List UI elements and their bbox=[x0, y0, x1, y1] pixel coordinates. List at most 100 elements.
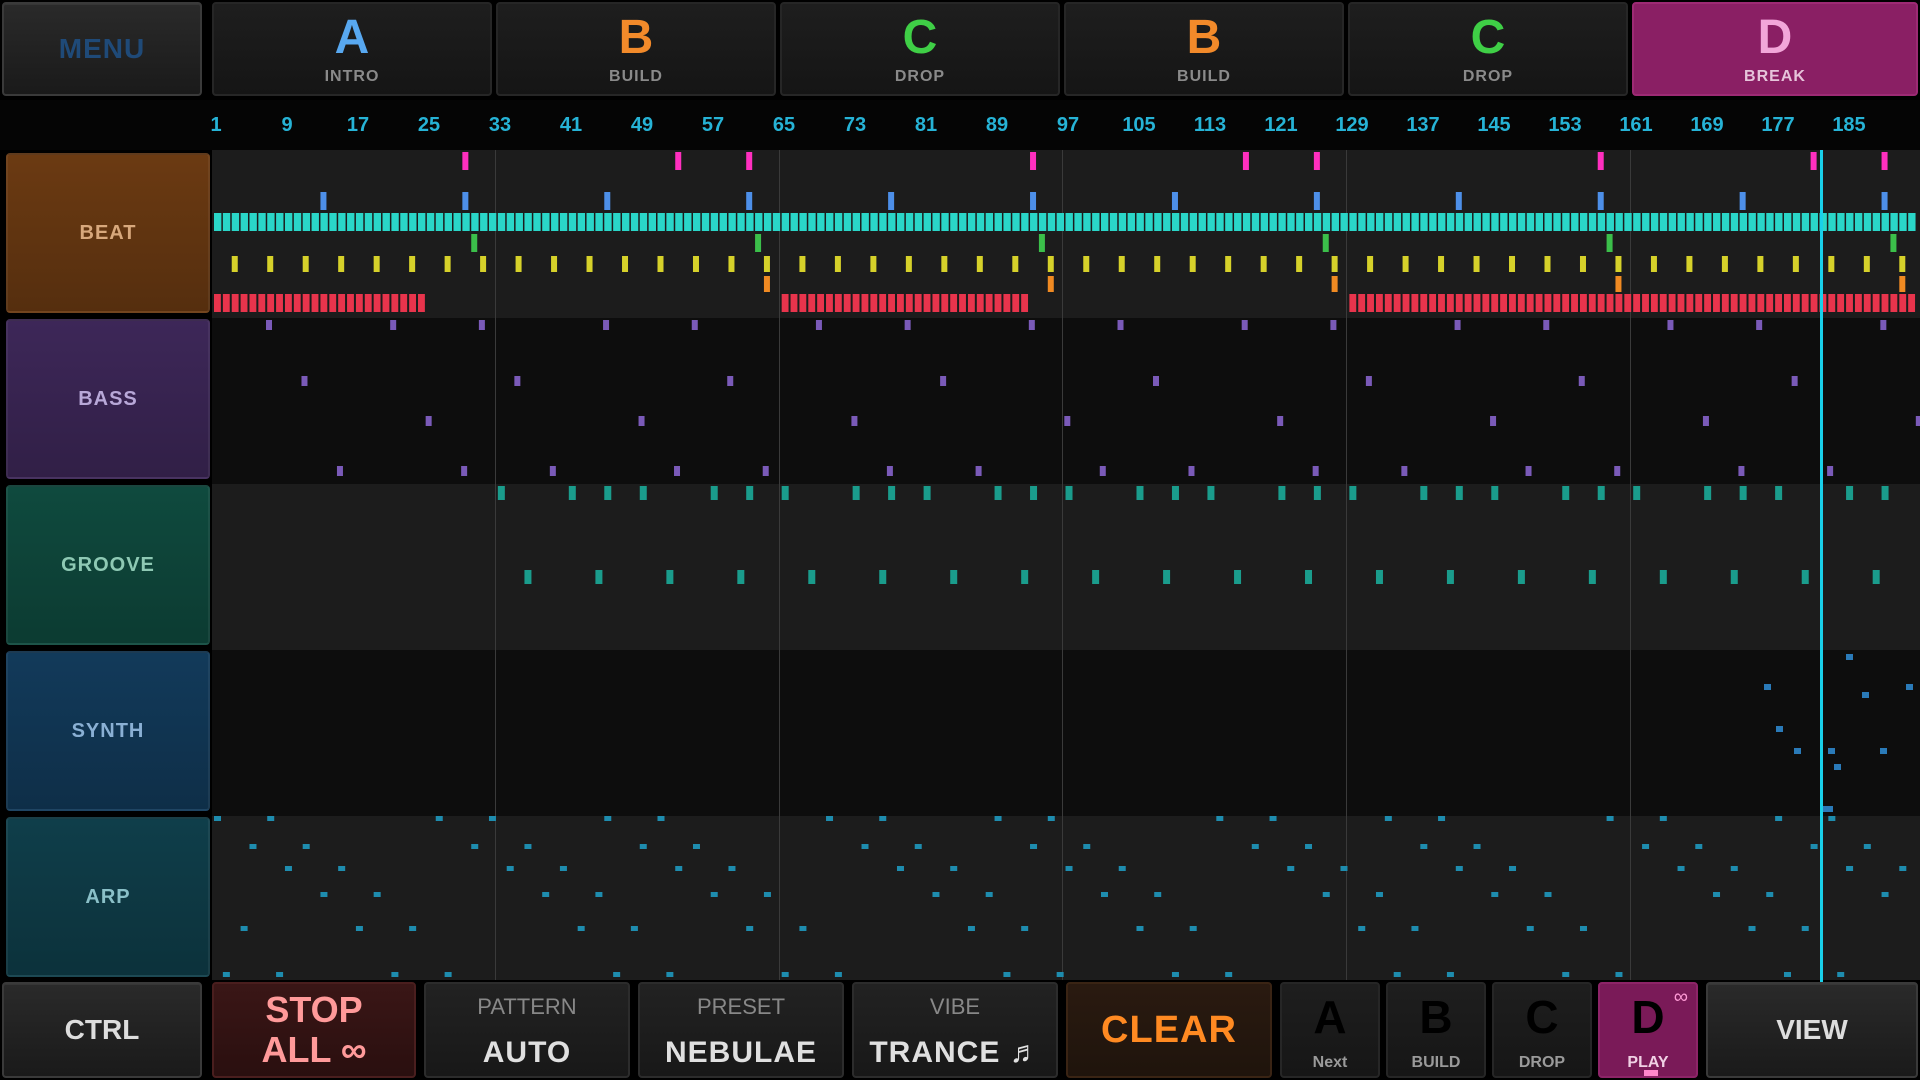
arp-note bbox=[1526, 926, 1534, 931]
beat-note bbox=[1171, 213, 1180, 231]
queue-b-button[interactable]: B BUILD bbox=[1386, 982, 1486, 1078]
bass-note bbox=[674, 466, 681, 476]
beat-note bbox=[1136, 213, 1144, 231]
arp-note bbox=[320, 892, 328, 897]
arp-note bbox=[781, 972, 789, 977]
beat-note bbox=[1837, 294, 1845, 312]
arp-note bbox=[1562, 972, 1570, 977]
beat-note bbox=[426, 213, 435, 231]
beat-note bbox=[914, 213, 923, 231]
beat-note bbox=[1624, 294, 1632, 312]
bass-note bbox=[1702, 416, 1709, 426]
beat-note bbox=[1899, 213, 1907, 231]
beat-note bbox=[826, 294, 833, 312]
arp-note bbox=[1491, 892, 1499, 897]
beat-note bbox=[347, 294, 354, 312]
bass-note bbox=[975, 466, 982, 476]
groove-note bbox=[1455, 486, 1463, 500]
beat-note bbox=[1739, 294, 1747, 312]
beat-note bbox=[1881, 294, 1889, 312]
beat-note bbox=[355, 294, 363, 312]
queue-a-button[interactable]: A Next bbox=[1280, 982, 1380, 1078]
pattern-caption: PATTERN bbox=[477, 994, 577, 1019]
beat-note bbox=[1242, 152, 1249, 170]
sequencer-grid[interactable] bbox=[0, 0, 1920, 1080]
beat-note bbox=[302, 213, 311, 231]
beat-note bbox=[1375, 294, 1383, 312]
beat-note bbox=[1872, 294, 1880, 312]
queue-d-button[interactable]: ∞ D PLAY bbox=[1598, 982, 1698, 1078]
ctrl-button[interactable]: CTRL bbox=[2, 982, 202, 1078]
lane-background bbox=[212, 650, 1920, 816]
beat-note bbox=[1180, 213, 1189, 231]
beat-note bbox=[515, 213, 523, 231]
beat-note bbox=[923, 294, 931, 312]
arp-note bbox=[710, 892, 718, 897]
beat-note bbox=[1828, 256, 1835, 272]
arp-note bbox=[1056, 972, 1064, 977]
beat-note bbox=[914, 294, 922, 312]
beat-note bbox=[1030, 213, 1038, 231]
arp-note bbox=[1446, 972, 1454, 977]
arp-note bbox=[1171, 972, 1179, 977]
groove-note bbox=[1305, 570, 1313, 584]
beat-note bbox=[648, 213, 656, 231]
beat-note bbox=[1695, 294, 1703, 312]
beat-note bbox=[222, 294, 230, 312]
beat-note bbox=[1783, 294, 1791, 312]
arp-note bbox=[1118, 866, 1126, 871]
beat-note bbox=[905, 256, 912, 272]
arp-note bbox=[1384, 816, 1392, 821]
beat-note bbox=[1890, 234, 1897, 252]
beat-note bbox=[1633, 294, 1641, 312]
beat-note bbox=[1642, 294, 1649, 312]
arp-note bbox=[604, 816, 612, 821]
beat-note bbox=[870, 256, 877, 272]
arp-note bbox=[728, 866, 736, 871]
beat-note bbox=[959, 213, 967, 231]
beat-note bbox=[1455, 192, 1462, 210]
preset-button[interactable]: PRESET NEBULAE bbox=[638, 982, 844, 1078]
queue-c-button[interactable]: C DROP bbox=[1492, 982, 1592, 1078]
beat-note bbox=[1207, 213, 1215, 231]
beat-note bbox=[1154, 213, 1162, 231]
arp-note bbox=[488, 816, 496, 821]
bass-note bbox=[815, 320, 822, 330]
beat-note bbox=[604, 213, 612, 231]
pattern-button[interactable]: PATTERN AUTO bbox=[424, 982, 630, 1078]
groove-note bbox=[1278, 486, 1286, 500]
vibe-button[interactable]: VIBE TRANCE ♬ bbox=[852, 982, 1058, 1078]
beat-note bbox=[1322, 213, 1331, 231]
beat-note bbox=[1881, 192, 1888, 210]
beat-note bbox=[293, 294, 301, 312]
groove-note bbox=[1588, 570, 1596, 584]
beat-note bbox=[1908, 213, 1916, 231]
bass-note bbox=[1099, 466, 1106, 476]
beat-note bbox=[817, 213, 825, 231]
clear-button[interactable]: CLEAR bbox=[1066, 982, 1272, 1078]
beat-note bbox=[1810, 294, 1818, 312]
arp-note bbox=[214, 816, 221, 821]
beat-note bbox=[1650, 294, 1658, 312]
bass-note bbox=[851, 416, 858, 426]
beat-note bbox=[1145, 213, 1153, 231]
stop-all-button[interactable]: STOP ALL ∞ bbox=[212, 982, 416, 1078]
view-button[interactable]: VIEW bbox=[1706, 982, 1918, 1078]
playhead bbox=[1820, 150, 1823, 982]
bass-note bbox=[1880, 320, 1887, 330]
beat-note bbox=[950, 213, 958, 231]
beat-note bbox=[577, 213, 586, 231]
beat-note bbox=[1846, 213, 1854, 231]
bass-note bbox=[425, 416, 432, 426]
beat-note bbox=[231, 256, 238, 272]
beat-note bbox=[790, 294, 798, 312]
beat-note bbox=[1127, 213, 1135, 231]
beat-note bbox=[1429, 213, 1437, 231]
beat-note bbox=[1650, 213, 1659, 231]
queue-b-label: BUILD bbox=[1411, 1054, 1461, 1071]
arp-note bbox=[595, 892, 603, 897]
beat-note bbox=[1367, 294, 1374, 312]
beat-note bbox=[799, 294, 807, 312]
queue-b-letter: B bbox=[1419, 991, 1453, 1043]
arp-note bbox=[1340, 866, 1348, 871]
